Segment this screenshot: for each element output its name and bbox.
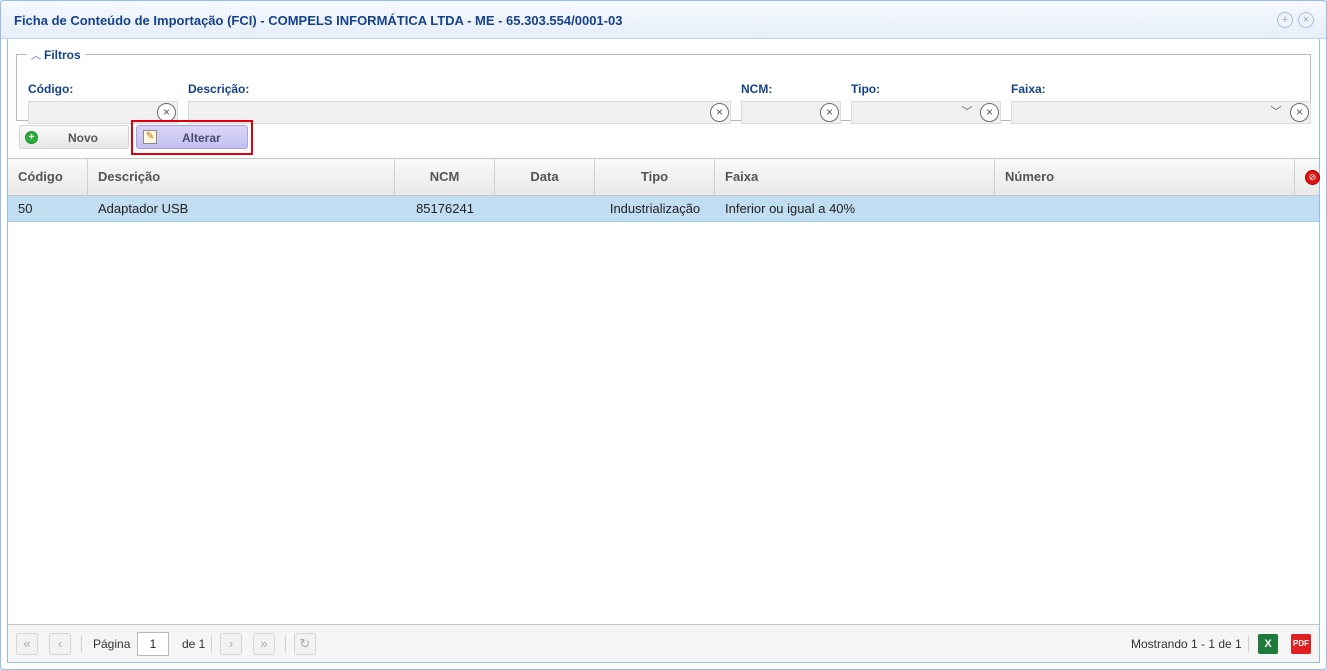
- close-icon[interactable]: ×: [1298, 12, 1314, 28]
- ncm-label: NCM:: [741, 82, 773, 96]
- pager-separator: [211, 636, 212, 652]
- cell-descricao: Adaptador USB: [98, 201, 189, 216]
- cell-numero: [995, 196, 1295, 222]
- column-header-tipo[interactable]: Tipo: [595, 159, 715, 195]
- window-titlebar[interactable]: Ficha de Conteúdo de Importação (FCI) - …: [1, 1, 1326, 39]
- faixa-label: Faixa:: [1011, 82, 1046, 96]
- ncm-clear-icon[interactable]: ×: [820, 103, 839, 122]
- last-page-icon[interactable]: »: [253, 633, 275, 655]
- grid-header: Código Descrição NCM Data Tipo Faixa Núm…: [8, 159, 1320, 196]
- page-label: Página: [93, 637, 131, 651]
- paging-toolbar: « ‹ Página 1 de 1 › » ↻ Mostrando 1 - 1 …: [8, 624, 1319, 662]
- restore-icon[interactable]: +: [1277, 12, 1293, 28]
- window-body: ︿ Filtros Código: × Descrição: × NCM: × T…: [7, 39, 1320, 663]
- pager-separator: [81, 636, 82, 652]
- faixa-clear-icon[interactable]: ×: [1290, 103, 1309, 122]
- chevron-up-icon[interactable]: ︿: [31, 47, 41, 62]
- column-header-codigo[interactable]: Código: [8, 159, 88, 195]
- tipo-label: Tipo:: [851, 82, 881, 96]
- first-page-icon[interactable]: «: [16, 633, 38, 655]
- column-header-ncm[interactable]: NCM: [395, 159, 495, 195]
- fci-grid: Código Descrição NCM Data Tipo Faixa Núm…: [8, 158, 1320, 624]
- cell-ncm: 85176241: [416, 201, 474, 216]
- fci-window: Ficha de Conteúdo de Importação (FCI) - …: [0, 0, 1327, 670]
- filters-legend-label: Filtros: [44, 48, 81, 62]
- display-info: Mostrando 1 - 1 de 1: [1131, 637, 1242, 651]
- page-count-label: de 1: [182, 637, 206, 651]
- cell-faixa: Inferior ou igual a 40%: [725, 201, 856, 216]
- reset-columns-icon[interactable]: ⊘: [1305, 170, 1320, 185]
- faixa-chevron-down-icon[interactable]: ﹀: [1269, 103, 1283, 121]
- highlight-box: [131, 120, 253, 155]
- descricao-clear-icon[interactable]: ×: [710, 103, 729, 122]
- tipo-chevron-down-icon[interactable]: ﹀: [960, 103, 974, 121]
- add-icon: +: [25, 131, 38, 144]
- pdf-export-icon[interactable]: PDF: [1291, 634, 1311, 654]
- column-header-faixa[interactable]: Faixa: [715, 159, 995, 195]
- filters-fieldset: ︿ Filtros Código: × Descrição: × NCM: × T…: [16, 47, 1311, 124]
- table-row[interactable]: 50 Adaptador USB 85176241 Industrializaç…: [8, 196, 1319, 222]
- excel-export-icon[interactable]: X: [1258, 634, 1278, 654]
- pager-separator: [285, 636, 286, 652]
- cell-codigo: 50: [18, 201, 33, 216]
- faixa-select[interactable]: [1011, 101, 1311, 124]
- next-page-icon[interactable]: ›: [220, 633, 242, 655]
- column-header-descricao[interactable]: Descrição: [88, 159, 395, 195]
- refresh-icon[interactable]: ↻: [294, 633, 316, 655]
- descricao-label: Descrição:: [188, 82, 250, 96]
- cell-data: [495, 196, 595, 222]
- pager-separator: [1248, 636, 1249, 652]
- window-title: Ficha de Conteúdo de Importação (FCI) - …: [14, 13, 623, 28]
- prev-page-icon[interactable]: ‹: [49, 633, 71, 655]
- page-number-input[interactable]: 1: [137, 632, 169, 656]
- novo-button-label: Novo: [68, 131, 98, 145]
- column-header-data[interactable]: Data: [495, 159, 595, 195]
- filters-legend[interactable]: ︿ Filtros: [27, 47, 85, 62]
- column-header-numero[interactable]: Número: [995, 159, 1295, 195]
- tipo-select[interactable]: [851, 101, 1001, 124]
- novo-button[interactable]: + Novo: [19, 125, 129, 149]
- cell-tipo: Industrialização: [609, 201, 701, 216]
- codigo-label: Código:: [28, 82, 74, 96]
- tipo-clear-icon[interactable]: ×: [980, 103, 999, 122]
- descricao-input[interactable]: [188, 101, 731, 124]
